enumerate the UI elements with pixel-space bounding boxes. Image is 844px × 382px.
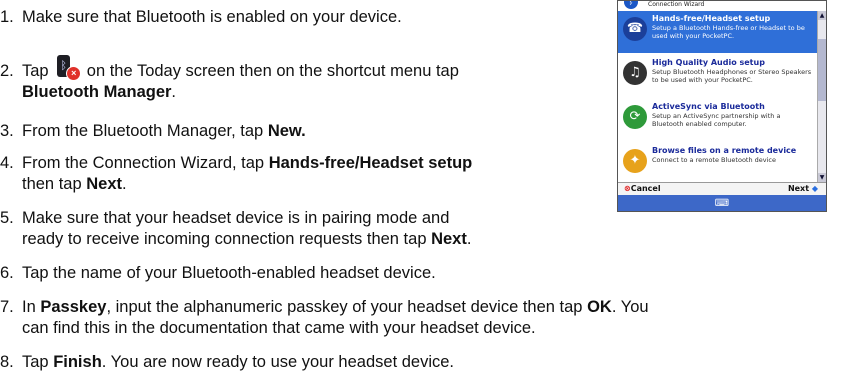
step-text: on the Today screen then on the shortcut… bbox=[82, 62, 459, 80]
input-panel-bar: ⌨ bbox=[618, 195, 826, 211]
bluetooth-icon: ᛒ × bbox=[54, 55, 82, 81]
step-bold: Next bbox=[86, 175, 122, 193]
option-title: Browse files on a remote device bbox=[652, 146, 797, 155]
step-text: From the Bluetooth Manager, tap bbox=[22, 122, 268, 140]
scroll-down-icon[interactable]: ▼ bbox=[818, 173, 826, 182]
step-number: 8. bbox=[0, 353, 14, 371]
headset-icon: ☎ bbox=[623, 17, 647, 41]
step-3: 3. From the Bluetooth Manager, tap New. bbox=[0, 121, 306, 142]
step-number: 4. bbox=[0, 154, 14, 172]
step-bold: Hands-free/Headset setup bbox=[268, 154, 473, 172]
scroll-up-icon[interactable]: ▲ bbox=[818, 11, 826, 20]
wizard-command-bar: ⊗Cancel Next ◆ bbox=[618, 182, 826, 195]
step-5: 5. Make sure that your headset device is … bbox=[0, 209, 472, 248]
wizard-scrollbar[interactable]: ▲ ▼ bbox=[817, 11, 826, 182]
cancel-icon: ⊗ bbox=[624, 184, 631, 193]
headphones-icon: ♫ bbox=[623, 61, 647, 85]
step-number: 3. bbox=[0, 122, 14, 140]
option-browse-files[interactable]: ✦ Browse files on a remote device Connec… bbox=[618, 143, 818, 182]
step-text: Tap bbox=[22, 62, 49, 80]
cancel-button[interactable]: ⊗Cancel bbox=[624, 184, 661, 193]
option-description: Setup a Bluetooth Hands-free or Headset … bbox=[652, 24, 805, 40]
option-description: Connect to a remote Bluetooth device bbox=[652, 156, 777, 164]
option-description: Setup Bluetooth Headphones or Stereo Spe… bbox=[652, 68, 812, 84]
step-2: 2. Tap ᛒ × on the Today screen then on th… bbox=[0, 55, 459, 103]
option-activesync[interactable]: ⟳ ActiveSync via Bluetooth Setup an Acti… bbox=[618, 99, 818, 141]
next-button[interactable]: Next ◆ bbox=[788, 184, 818, 193]
option-title: High Quality Audio setup bbox=[652, 58, 765, 67]
step-4: 4. From the Connection Wizard, tap Hands-… bbox=[0, 154, 473, 193]
option-high-quality-audio[interactable]: ♫ High Quality Audio setup Setup Bluetoo… bbox=[618, 55, 818, 97]
wizard-title-bar: ᛒ Connection Wizard bbox=[618, 1, 826, 11]
step-bold: OK bbox=[587, 298, 612, 316]
step-7: 7. In Passkey, input the alphanumeric pas… bbox=[0, 298, 649, 337]
option-description: Setup an ActiveSync partnership with a B… bbox=[652, 112, 781, 128]
step-text: Tap the name of your Bluetooth-enabled h… bbox=[22, 264, 436, 282]
next-arrow-icon: ◆ bbox=[811, 184, 818, 193]
step-1: 1. Make sure that Bluetooth is enabled on… bbox=[0, 7, 402, 28]
scroll-thumb[interactable] bbox=[818, 39, 826, 101]
folder-icon: ✦ bbox=[623, 149, 647, 173]
step-bold: Bluetooth Manager bbox=[22, 83, 172, 101]
step-number: 6. bbox=[0, 264, 14, 282]
step-8: 8. Tap Finish. You are now ready to use y… bbox=[0, 353, 455, 371]
keyboard-icon[interactable]: ⌨ bbox=[715, 198, 729, 209]
step-text: From the Connection Wizard, tap bbox=[22, 154, 269, 172]
step-number: 5. bbox=[0, 209, 14, 227]
step-6: 6. Tap the name of your Bluetooth-enabled… bbox=[0, 263, 436, 284]
option-title: ActiveSync via Bluetooth bbox=[652, 102, 765, 111]
step-text: Make sure that your headset device is in… bbox=[22, 209, 450, 227]
step-text: Make sure that Bluetooth is enabled on y… bbox=[22, 8, 402, 26]
bluetooth-icon: ᛒ bbox=[624, 1, 638, 9]
option-hands-free-headset[interactable]: ☎ Hands-free/Headset setup Setup a Bluet… bbox=[618, 11, 818, 53]
step-bold: New. bbox=[267, 122, 306, 140]
step-bold: Passkey bbox=[40, 298, 107, 316]
step-number: 2. bbox=[0, 62, 14, 80]
wizard-title: Connection Wizard bbox=[648, 1, 705, 8]
activesync-icon: ⟳ bbox=[623, 105, 647, 129]
option-title: Hands-free/Headset setup bbox=[652, 14, 771, 23]
step-bold: Finish bbox=[53, 353, 102, 371]
wizard-option-list: ☎ Hands-free/Headset setup Setup a Bluet… bbox=[618, 11, 818, 182]
step-number: 7. bbox=[0, 298, 14, 316]
step-bold: Next bbox=[431, 230, 467, 248]
connection-wizard-screenshot: ᛒ Connection Wizard ☎ Hands-free/Headset… bbox=[617, 0, 827, 212]
step-number: 1. bbox=[0, 8, 14, 26]
